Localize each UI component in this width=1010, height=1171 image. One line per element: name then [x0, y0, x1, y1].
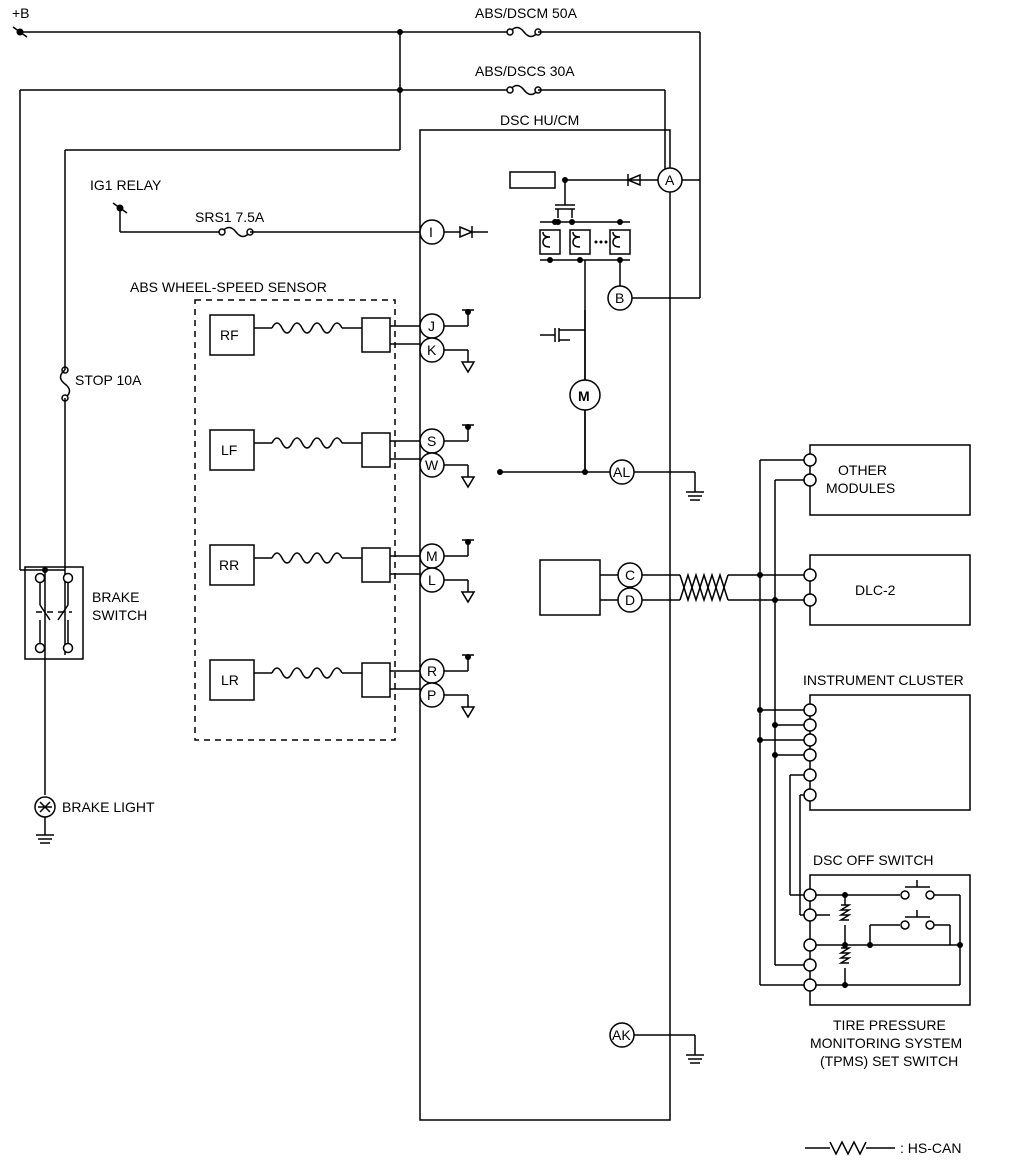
label-inst-cluster: INSTRUMENT CLUSTER	[803, 672, 964, 688]
label-brake-switch: BRAKE	[92, 589, 139, 605]
label-fuse50: ABS/DSCM 50A	[475, 5, 578, 21]
label-rf: RF	[220, 327, 239, 343]
pin-J: J	[428, 318, 435, 334]
label-dlc2: DLC-2	[855, 582, 896, 598]
pin-K: K	[427, 342, 437, 358]
label-hscan: : HS-CAN	[900, 1140, 961, 1156]
label-brake-light: BRAKE LIGHT	[62, 799, 155, 815]
pin-C: C	[625, 567, 635, 583]
label-other-modules2: MODULES	[826, 480, 895, 496]
wiring-diagram: +B ABS/DSCM 50A ABS/DSCS 30A STOP 10A BR…	[0, 0, 1010, 1171]
label-srs1: SRS1 7.5A	[195, 209, 265, 225]
pin-W: W	[425, 457, 439, 473]
label-brake-switch2: SWITCH	[92, 607, 147, 623]
label-plus-b: +B	[12, 5, 30, 21]
label-other-modules: OTHER	[838, 462, 887, 478]
label-dsc-hucm: DSC HU/CM	[500, 112, 579, 128]
pin-AK: AK	[612, 1027, 631, 1043]
pin-M: M	[426, 548, 438, 564]
label-rr: RR	[219, 557, 239, 573]
motor-icon: M	[578, 388, 590, 404]
pin-P: P	[427, 687, 436, 703]
label-tpms1: TIRE PRESSURE	[833, 1017, 946, 1033]
pin-A: A	[665, 172, 675, 188]
label-tpms3: (TPMS) SET SWITCH	[820, 1053, 958, 1069]
pin-S: S	[427, 433, 436, 449]
pin-L: L	[428, 572, 436, 588]
label-dsc-off: DSC OFF SWITCH	[813, 852, 934, 868]
label-fuse30: ABS/DSCS 30A	[475, 63, 575, 79]
label-lr: LR	[221, 672, 239, 688]
pin-I: I	[429, 224, 433, 240]
label-lf: LF	[221, 442, 237, 458]
label-tpms2: MONITORING SYSTEM	[810, 1035, 962, 1051]
label-stop10a: STOP 10A	[75, 372, 142, 388]
label-ig1: IG1 RELAY	[90, 177, 162, 193]
pin-D: D	[625, 592, 635, 608]
pin-R: R	[427, 663, 437, 679]
pin-AL: AL	[613, 464, 630, 480]
pin-B: B	[615, 290, 624, 306]
label-abs-wss: ABS WHEEL-SPEED SENSOR	[130, 279, 327, 295]
